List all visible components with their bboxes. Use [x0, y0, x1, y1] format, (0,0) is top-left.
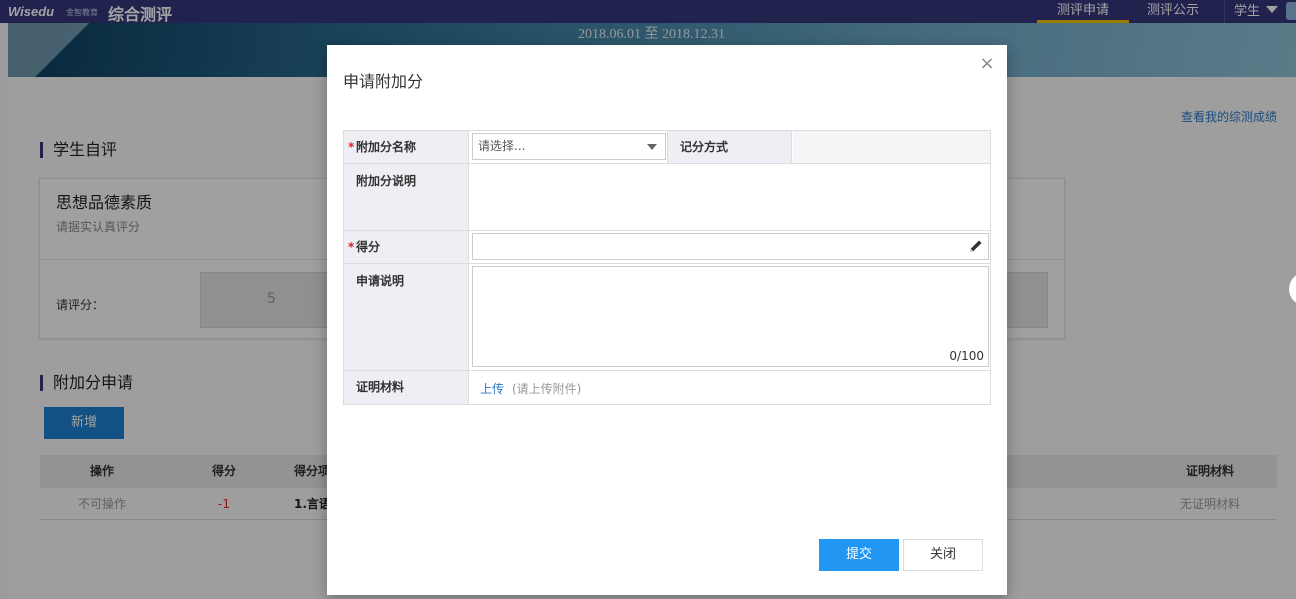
- close-icon[interactable]: ×: [979, 55, 995, 75]
- apply-desc-textarea[interactable]: 0/100: [472, 266, 989, 367]
- form-row-bonus-name: * 附加分名称 请选择... 记分方式: [344, 131, 990, 164]
- bonus-name-label: 附加分名称: [356, 140, 417, 154]
- bonus-name-placeholder: 请选择...: [478, 139, 526, 153]
- apply-bonus-dialog: 申请附加分 × * 附加分名称 请选择... 记分方式 附加分说明 * 得分 申…: [327, 45, 1007, 595]
- dropdown-arrow-icon: [647, 144, 657, 150]
- form-row-apply-desc: 申请说明 0/100: [344, 264, 990, 371]
- dialog-title: 申请附加分: [343, 72, 424, 91]
- bonus-form: * 附加分名称 请选择... 记分方式 附加分说明 * 得分 申请说明 0/10…: [343, 130, 991, 405]
- form-row-proof: 证明材料 上传 (请上传附件): [344, 371, 990, 404]
- apply-desc-label: 申请说明: [344, 264, 469, 370]
- score-label: 得分: [356, 240, 381, 254]
- score-field[interactable]: [472, 233, 989, 260]
- close-button[interactable]: 关闭: [903, 539, 983, 571]
- score-label-cell: * 得分: [344, 231, 469, 263]
- upload-hint: (请上传附件): [512, 382, 582, 396]
- form-row-bonus-desc: 附加分说明: [344, 164, 990, 231]
- upload-link[interactable]: 上传: [480, 380, 504, 397]
- submit-button[interactable]: 提交: [819, 539, 899, 571]
- bonus-name-label-cell: * 附加分名称: [344, 131, 469, 163]
- form-row-score: * 得分: [344, 231, 990, 264]
- scoring-method-value: [793, 131, 990, 163]
- char-counter: 0/100: [949, 349, 984, 363]
- bonus-name-select[interactable]: 请选择...: [472, 133, 666, 160]
- required-star: *: [348, 240, 355, 254]
- pencil-icon[interactable]: [968, 238, 984, 254]
- bonus-desc-label: 附加分说明: [344, 164, 469, 230]
- scoring-method-label: 记分方式: [667, 131, 792, 163]
- proof-label: 证明材料: [344, 371, 469, 404]
- required-star: *: [348, 140, 355, 154]
